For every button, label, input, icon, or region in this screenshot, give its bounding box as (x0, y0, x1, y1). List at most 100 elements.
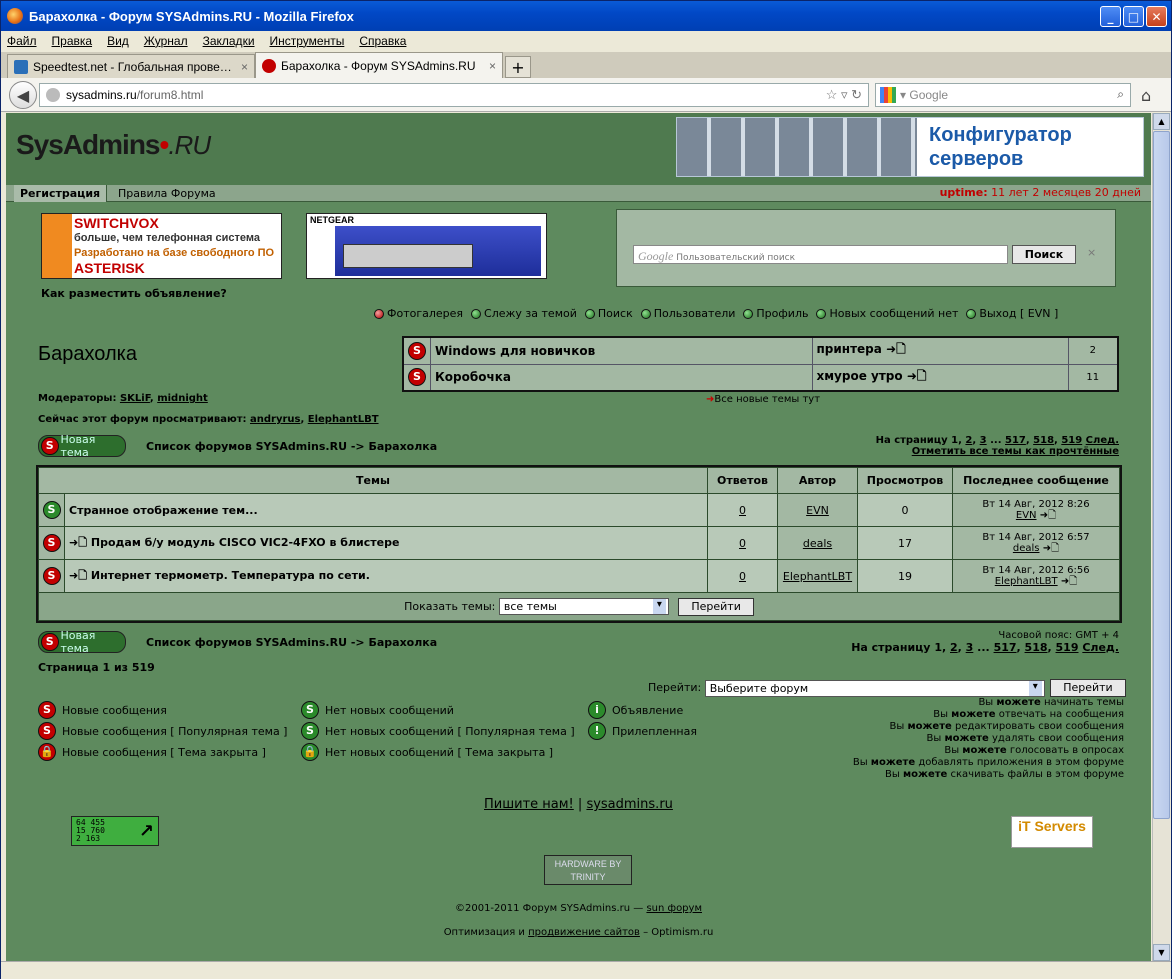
breadcrumb-leaf[interactable]: Барахолка (368, 636, 437, 649)
menu-watched[interactable]: Слежу за темой (471, 307, 577, 320)
server-configurator-banner[interactable]: Конфигуратор серверов (676, 117, 1144, 177)
page-link[interactable]: 2 (965, 435, 972, 446)
menu-search[interactable]: Поиск (584, 307, 633, 320)
menu-edit[interactable]: Правка (52, 34, 93, 48)
maximize-button[interactable]: □ (1123, 6, 1144, 27)
next-page-link[interactable]: След. (1082, 641, 1119, 654)
menu-view[interactable]: Вид (107, 34, 129, 48)
last-post-author[interactable]: EVN (1016, 510, 1037, 521)
page-link[interactable]: 517 (994, 641, 1017, 654)
tab-baraholka[interactable]: Барахолка - Форум SYSAdmins.RU × (255, 52, 503, 78)
tab-speedtest[interactable]: Speedtest.net - Глобальная проверка с...… (7, 54, 255, 78)
show-topics-select[interactable]: все темы (498, 598, 669, 615)
replies-link[interactable]: 0 (739, 537, 746, 550)
replies-link[interactable]: 0 (739, 504, 746, 517)
netgear-ad[interactable]: NETGEAR (306, 213, 547, 279)
replies-link[interactable]: 0 (739, 570, 746, 583)
top-topic-title[interactable]: Коробочка (430, 363, 813, 392)
author-link[interactable]: EVN (806, 504, 829, 517)
page-link[interactable]: 3 (980, 435, 987, 446)
menu-gallery[interactable]: Фотогалерея (374, 307, 463, 320)
google-engine-icon[interactable] (880, 87, 896, 103)
tab-close-icon[interactable]: × (241, 60, 248, 74)
it-servers-logo[interactable]: iT Servers (1011, 816, 1093, 848)
tab-close-icon[interactable]: × (489, 59, 496, 73)
page-link[interactable]: 519 (1056, 641, 1079, 654)
write-us-link[interactable]: Пишите нам! (484, 797, 574, 812)
topic-title[interactable]: Странное отображение тем... (64, 493, 708, 527)
sun-forum-link[interactable]: sun форум (646, 903, 702, 914)
register-link[interactable]: Регистрация (14, 185, 108, 202)
last-post-author[interactable]: deals (1013, 543, 1040, 554)
top-topic-last[interactable]: хмурое утро (817, 369, 903, 383)
scroll-thumb[interactable] (1153, 131, 1170, 819)
viewer-link[interactable]: andryrus (250, 414, 300, 425)
menu-tools[interactable]: Инструменты (270, 34, 345, 48)
top-topic-last[interactable]: принтера (817, 342, 882, 356)
minimize-button[interactable]: _ (1100, 6, 1121, 27)
url-bar[interactable]: sysadmins.ru/forum8.html ☆ ▿ ↻ (39, 83, 869, 107)
rules-link[interactable]: Правила Форума (118, 187, 216, 200)
new-tab-button[interactable]: + (505, 56, 531, 78)
promotion-link[interactable]: продвижение сайтов (528, 927, 640, 938)
topic-title[interactable]: ➜🗋 Продам б/у модуль CISCO VIC2-4FXO в б… (64, 526, 708, 560)
scroll-up-icon[interactable]: ▲ (1153, 113, 1170, 130)
clear-search-icon[interactable]: × (1087, 246, 1096, 259)
top-topic-title[interactable]: Windows для новичков (430, 336, 813, 365)
menu-bookmarks[interactable]: Закладки (203, 34, 255, 48)
site-logo[interactable]: SysAdmins•.RU (16, 129, 211, 161)
hardware-by-trinity-logo[interactable]: HARDWARE BY TRINITY (544, 855, 632, 885)
scroll-down-icon[interactable]: ▼ (1153, 944, 1170, 961)
page-link[interactable]: 2 (950, 641, 958, 654)
goto-last-icon[interactable]: ➜🗋 (1061, 576, 1077, 587)
reload-icon[interactable]: ↻ (851, 87, 862, 102)
bookmark-star-icon[interactable]: ☆ ▿ ↻ (826, 87, 862, 103)
goto-last-icon[interactable]: ➜🗋 (1043, 543, 1059, 554)
topic-title[interactable]: ➜🗋 Интернет термометр. Температура по се… (64, 559, 708, 593)
close-button[interactable]: ✕ (1146, 6, 1167, 27)
menu-history[interactable]: Журнал (144, 34, 188, 48)
new-topic-button-bottom[interactable]: S Новая тема (38, 629, 126, 655)
page-link[interactable]: 518 (1025, 641, 1048, 654)
next-page-link[interactable]: След. (1086, 435, 1119, 446)
menu-profile[interactable]: Профиль (743, 307, 808, 320)
page-link[interactable]: 517 (1005, 435, 1026, 446)
goto-last-icon[interactable]: ➜🗋 (886, 342, 906, 356)
goto-last-icon[interactable]: ➜🗋 (1040, 510, 1056, 521)
breadcrumb-leaf[interactable]: Барахолка (368, 440, 437, 453)
new-post-icon[interactable]: ➜🗋 (69, 569, 87, 582)
custom-search-button[interactable]: Поиск (1012, 245, 1076, 264)
show-topics-go-button[interactable]: Перейти (678, 597, 754, 616)
breadcrumb-root[interactable]: Список форумов SYSAdmins.RU (146, 440, 347, 453)
author-link[interactable]: deals (803, 537, 832, 550)
page-link[interactable]: 518 (1033, 435, 1054, 446)
home-icon[interactable]: ⌂ (1141, 86, 1151, 105)
new-topic-button[interactable]: S Новая тема (38, 433, 126, 459)
menu-logout[interactable]: Выход [ EVN ] (966, 307, 1058, 320)
moderator-link[interactable]: SKLiF (120, 393, 150, 404)
jump-select[interactable]: Выберите форум (704, 679, 1045, 697)
menu-users[interactable]: Пользователи (640, 307, 735, 320)
page-link[interactable]: 3 (966, 641, 974, 654)
all-new-topics-link[interactable]: ➜Все новые темы тут (706, 394, 820, 405)
breadcrumb-root[interactable]: Список форумов SYSAdmins.RU (146, 636, 347, 649)
menu-file[interactable]: Файл (7, 34, 37, 48)
vertical-scrollbar[interactable]: ▲ ▼ (1152, 113, 1170, 961)
howto-link[interactable]: Как разместить объявление? (41, 287, 227, 300)
back-arrow-icon[interactable]: ◀ (9, 81, 37, 109)
viewer-link[interactable]: ElephantLBT (308, 414, 379, 425)
stats-counter[interactable]: 64 455 15 760 2 163 ↗ (71, 816, 159, 846)
jump-go-button[interactable]: Перейти (1050, 679, 1126, 697)
site-link[interactable]: sysadmins.ru (586, 797, 672, 812)
page-link[interactable]: 519 (1061, 435, 1082, 446)
new-post-icon[interactable]: ➜🗋 (69, 536, 87, 549)
author-link[interactable]: ElephantLBT (783, 570, 852, 583)
goto-last-icon[interactable]: ➜🗋 (907, 369, 927, 383)
magnifier-icon[interactable]: ⌕ (1117, 87, 1124, 102)
menu-new-messages[interactable]: Новых сообщений нет (816, 307, 958, 320)
menu-help[interactable]: Справка (359, 34, 406, 48)
custom-search-input[interactable]: Google Пользовательский поиск (633, 245, 1008, 264)
search-box[interactable]: ▾ Google ⌕ (875, 83, 1131, 107)
mark-read-link[interactable]: Отметить все темы как прочтённые (912, 446, 1119, 457)
switchvox-ad[interactable]: SWITCHVOX больше, чем телефонная система… (41, 213, 282, 279)
